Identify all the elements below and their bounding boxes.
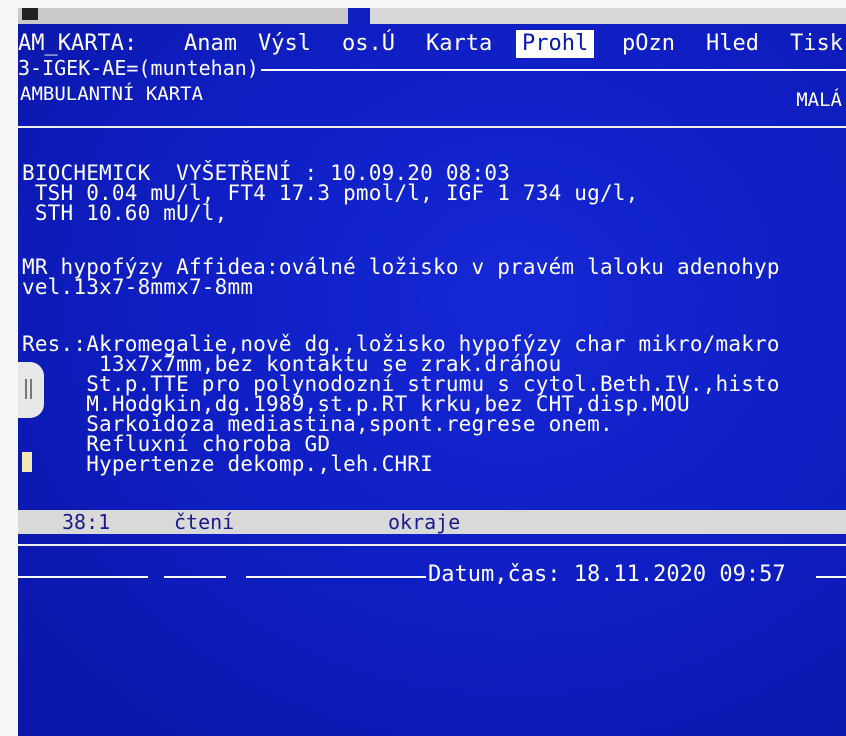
monitor-bezel-top [0, 0, 846, 8]
footer-dash [18, 576, 148, 578]
menu-app-label: AM_KARTA: [18, 31, 138, 56]
content-line: STH 10.60 mU/l, [22, 201, 228, 225]
top-strip-left [18, 8, 348, 24]
footer-divider [18, 544, 846, 546]
menu-item-hled[interactable]: Hled [706, 30, 759, 58]
side-drag-handle[interactable] [18, 362, 44, 418]
status-edge: okraje [388, 510, 461, 534]
status-bar: 38:1 čtení okraje [18, 510, 846, 534]
content-line: vel.13x7-8mmx7-8mm [22, 275, 254, 299]
text-cursor-icon [22, 452, 32, 472]
content-line: Hypertenze dekomp.,leh.CHRI [22, 452, 433, 476]
footer-dash [816, 576, 846, 578]
footer-dash [164, 576, 226, 578]
status-position: 38:1 [62, 510, 111, 534]
menu-item-pozn[interactable]: pOzn [622, 30, 675, 58]
patient-id: 3-IGEK-AE=(muntehan) [18, 56, 259, 80]
footer-dash [246, 576, 426, 578]
card-title: AMBULANTNÍ KARTA [20, 83, 204, 105]
cursor-glyph-icon [22, 8, 38, 20]
datetime-label: Datum,čas: 18.11.2020 09:57 [428, 562, 786, 587]
menu-item-anam[interactable]: Anam [184, 30, 237, 58]
terminal-screen: AM_KARTA: Anam Výsl os.Ú Karta Prohl pOz… [18, 8, 846, 736]
menu-item-prohl[interactable]: Prohl [516, 30, 595, 58]
monitor-bezel-left [0, 0, 18, 736]
grip-line-icon [30, 379, 32, 399]
header-divider [18, 126, 846, 128]
menu-item-karta[interactable]: Karta [426, 30, 492, 58]
menu-bar: AM_KARTA: Anam Výsl os.Ú Karta Prohl pOz… [18, 30, 846, 58]
grip-line-icon [25, 379, 27, 399]
card-size-label: MALÁ [796, 89, 842, 111]
menu-item-osu[interactable]: os.Ú [342, 30, 395, 58]
patient-line: 3-IGEK-AE=(muntehan) [18, 56, 846, 80]
top-strip-right [370, 8, 846, 24]
patient-line-rule [260, 68, 846, 71]
status-mode: čtení [174, 510, 235, 534]
menu-item-vysl[interactable]: Výsl [258, 30, 311, 58]
menu-item-tisk[interactable]: Tisk [790, 30, 843, 58]
